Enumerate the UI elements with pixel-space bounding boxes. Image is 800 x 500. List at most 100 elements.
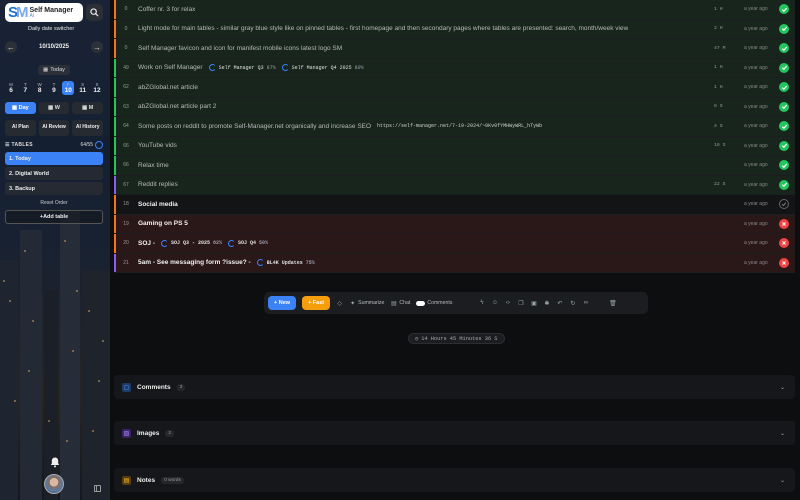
avatar[interactable] xyxy=(44,474,64,494)
table-row[interactable]: 20 SOJ - SOJ Q3 - 2025 82% SOJ Q4 50% a year a… xyxy=(114,234,795,254)
tables-count-text: 64/55 xyxy=(80,142,93,148)
cross-icon[interactable] xyxy=(779,257,789,268)
reset-order-link[interactable]: Reset Order xyxy=(5,200,103,206)
cross-icon[interactable] xyxy=(779,238,789,249)
copy-icon[interactable]: ❐ xyxy=(517,300,524,307)
row-color-bar xyxy=(114,58,116,77)
goal-tag[interactable]: SOJ Q4 50% xyxy=(228,239,268,247)
day-wed[interactable]: W8 xyxy=(34,81,46,95)
refresh-icon[interactable]: ↻ xyxy=(569,300,576,307)
archive-icon[interactable]: ▣ xyxy=(530,300,537,307)
table-row[interactable]: 19 Gaming on PS 5 a year ago xyxy=(114,214,795,234)
check-icon[interactable] xyxy=(779,43,789,54)
summarize-button[interactable]: ✦ Summarize xyxy=(349,300,384,307)
check-icon[interactable] xyxy=(779,140,789,151)
table-row[interactable]: 63 abZGlobal.net article part 2 6 S a year … xyxy=(114,97,795,117)
day-thu[interactable]: T9 xyxy=(48,81,60,95)
new-task-button[interactable]: + New xyxy=(268,296,297,310)
mode-week-button[interactable]: ▦ W xyxy=(38,102,70,114)
images-section[interactable]: ▨ Images 2 ⌄ xyxy=(114,421,795,445)
ai-plan-button[interactable]: AI Plan xyxy=(5,120,36,136)
row-title[interactable]: Relax time xyxy=(138,162,169,169)
row-title[interactable]: Gaming on PS 5 xyxy=(138,220,188,227)
row-url[interactable]: https://self-manager.net/7-19-2024/~0Kv0… xyxy=(377,123,542,129)
day-fri-selected[interactable]: F 10 xyxy=(62,81,75,95)
table-row[interactable]: 0 Light mode for main tables - similar gr… xyxy=(114,19,795,39)
row-title[interactable]: 5am - See messaging form ?issue? - xyxy=(138,259,251,266)
row-timestamp: a year ago xyxy=(744,259,768,266)
check-icon[interactable] xyxy=(779,62,789,73)
row-title[interactable]: SOJ - xyxy=(138,240,155,247)
row-title[interactable]: Reddit replies xyxy=(138,181,178,188)
trash-icon[interactable]: 🗑 xyxy=(609,300,617,307)
table-item-today[interactable]: 1. Today xyxy=(5,152,103,165)
users-icon[interactable]: ☺ xyxy=(491,300,498,307)
table-row[interactable]: 62 abZGlobal.net article 1 H a year ago xyxy=(114,78,795,98)
row-title[interactable]: abZGlobal.net article xyxy=(138,84,198,91)
mode-month-button[interactable]: ▦ M xyxy=(72,102,104,114)
table-row[interactable]: 66 Relax time a year ago xyxy=(114,156,795,176)
ai-history-button[interactable]: AI History xyxy=(72,120,104,136)
check-icon[interactable] xyxy=(779,4,789,15)
cross-icon[interactable] xyxy=(779,218,789,229)
table-row[interactable]: 66 YouTube vids 16 S a year ago xyxy=(114,136,795,156)
table-row[interactable]: 21 5am - See messaging form ?issue? - BL4K… xyxy=(114,253,795,273)
table-row[interactable]: 0 Coffer nr. 3 for relax 1 H a year ago xyxy=(114,0,795,20)
row-title[interactable]: abZGlobal.net article part 2 xyxy=(138,103,216,110)
row-title[interactable]: Social media xyxy=(138,201,178,208)
chat-button[interactable]: ▤ Chat xyxy=(390,300,410,307)
search-button[interactable] xyxy=(86,4,103,21)
row-title[interactable]: YouTube vids xyxy=(138,142,177,149)
tables-title-text: TABLES xyxy=(11,142,33,148)
undo-icon[interactable]: ↶ xyxy=(556,300,563,307)
table-item-backup[interactable]: 3. Backup xyxy=(5,182,103,195)
current-date[interactable]: 10/10/2025 xyxy=(39,44,69,50)
row-title[interactable]: Work on Self Manager xyxy=(138,64,203,71)
day-mon[interactable]: M6 xyxy=(5,81,17,95)
check-icon[interactable] xyxy=(779,179,789,190)
add-table-button[interactable]: +Add table xyxy=(5,210,103,224)
link-icon[interactable]: ∞ xyxy=(582,300,589,307)
collapse-sidebar-icon[interactable] xyxy=(94,485,101,492)
day-tue[interactable]: T7 xyxy=(19,81,31,95)
check-icon[interactable] xyxy=(779,23,789,34)
goal-tag[interactable]: BL4K Updates 75% xyxy=(256,259,315,267)
day-number: 9 xyxy=(52,87,56,94)
bug-icon[interactable]: ✱ xyxy=(543,300,550,307)
prev-day-button[interactable]: ← xyxy=(5,41,17,53)
table-row[interactable]: 67 Reddit replies 22 S a year ago xyxy=(114,175,795,195)
day-sat[interactable]: S 11 xyxy=(77,81,89,95)
bell-icon[interactable] xyxy=(49,456,61,468)
notes-section[interactable]: ▤ Notes 0 words ⌄ xyxy=(114,468,795,492)
fast-task-button[interactable]: + Fast xyxy=(302,296,331,310)
check-icon[interactable] xyxy=(779,121,789,132)
table-item-digital-world[interactable]: 2. Digital World xyxy=(5,167,103,180)
table-row[interactable]: 0 Self Manager favicon and icon for manif… xyxy=(114,39,795,59)
day-number: 8 xyxy=(37,87,42,94)
goal-tag[interactable]: Self Manager Q4 2025 80% xyxy=(281,64,364,72)
goal-tag[interactable]: Self Manager Q3 87% xyxy=(208,64,276,72)
table-row[interactable]: 18 Social media a year ago xyxy=(114,195,795,215)
day-sun[interactable]: S 12 xyxy=(91,81,103,95)
check-icon[interactable] xyxy=(779,160,789,171)
comments-section[interactable]: ▢ Comments 3 ⌄ xyxy=(114,375,795,399)
app-logo[interactable]: SM Self Manager AI xyxy=(5,3,83,22)
row-title[interactable]: Coffer nr. 3 for relax xyxy=(138,6,195,13)
row-title[interactable]: Self Manager favicon and icon for manife… xyxy=(138,45,342,52)
code-icon[interactable]: ‹› xyxy=(504,300,511,307)
mode-day-button[interactable]: ▦ Day xyxy=(5,102,36,114)
tag-icon[interactable]: ◇ xyxy=(336,300,343,307)
comments-toggle[interactable]: Comments xyxy=(416,300,452,306)
today-button[interactable]: ▦ Today xyxy=(38,65,70,75)
bolt-icon[interactable]: ϟ xyxy=(478,300,485,307)
check-icon[interactable] xyxy=(779,101,789,112)
ai-review-button[interactable]: AI Review xyxy=(38,120,70,136)
pending-check-icon[interactable] xyxy=(779,199,789,210)
row-title[interactable]: Some posts on reddit to promote Self-Man… xyxy=(138,123,371,130)
next-day-button[interactable]: → xyxy=(91,41,103,53)
check-icon[interactable] xyxy=(779,82,789,93)
row-title[interactable]: Light mode for main tables - similar gra… xyxy=(138,25,628,32)
goal-tag[interactable]: SOJ Q3 - 2025 82% xyxy=(160,239,222,247)
table-row[interactable]: 64 Some posts on reddit to promote Self-M… xyxy=(114,117,795,137)
table-row[interactable]: 49 Work on Self Manager Self Manager Q3 87%… xyxy=(114,58,795,78)
